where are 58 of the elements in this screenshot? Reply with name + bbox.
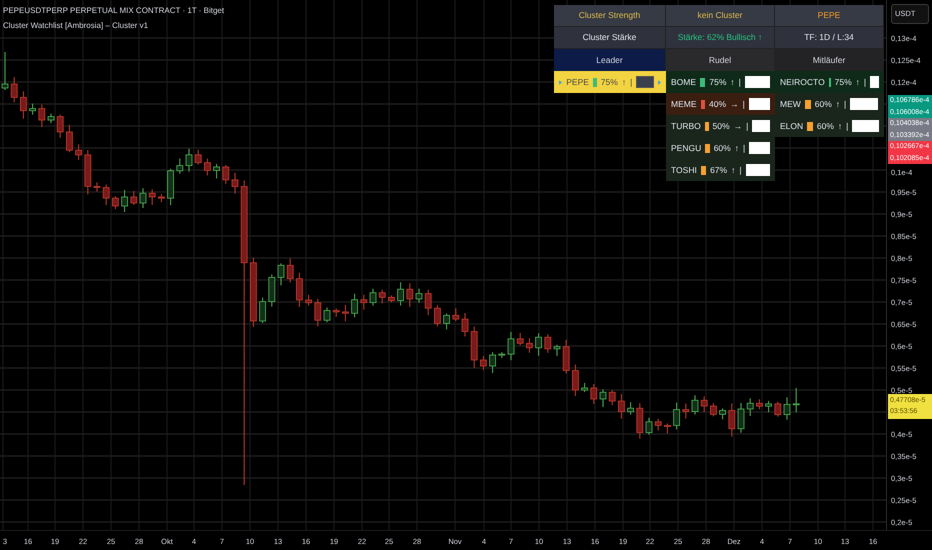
separator-text: | <box>742 98 745 110</box>
separator-text: | <box>630 76 632 88</box>
separator-text: | <box>738 76 741 88</box>
trend-arrow: ↑ <box>856 76 860 88</box>
coin-symbol: BOME <box>671 76 696 88</box>
trend-arrow: ↑ <box>731 164 736 176</box>
trend-arrow: ↑ <box>622 76 626 88</box>
blank-bar <box>636 76 654 88</box>
blank-bar <box>752 120 770 132</box>
trend-arrow: ↑ <box>838 120 842 132</box>
table-cell-text: TF: 1D / L:34 <box>804 31 854 44</box>
blank-bar <box>850 98 878 110</box>
blank-bar <box>749 142 770 154</box>
trend-arrow: ↑ <box>730 76 735 88</box>
coin-symbol: MEW <box>780 98 801 110</box>
blank-bar <box>852 120 879 132</box>
strength-percent: 60% <box>816 120 834 132</box>
separator-text: | <box>746 120 748 132</box>
triangle-icon <box>658 78 662 86</box>
coin-symbol: TURBO <box>671 120 701 132</box>
trend-arrow: → <box>734 120 742 132</box>
triangle-icon <box>559 78 562 86</box>
coin-symbol: PEPE <box>566 76 589 88</box>
strength-percent: 75% <box>834 76 852 88</box>
trend-arrow: ↑ <box>734 142 739 154</box>
separator-text: | <box>844 98 846 110</box>
strength-percent: 75% <box>709 76 726 88</box>
table-header-text: PEPE <box>818 9 840 22</box>
strength-percent: 60% <box>814 98 832 110</box>
column-header: Leader <box>554 49 666 71</box>
table-header-text: kein Cluster <box>698 9 742 22</box>
separator-text: | <box>739 164 742 176</box>
chart-symbol-title: PEPEUSDTPERP PERPETUAL MIX CONTRACT · 1T · Bitget <box>3 5 224 17</box>
column-header: Mitläufer <box>775 49 884 71</box>
trend-arrow: ↑ <box>836 98 840 110</box>
strength-percent: 50% <box>712 120 730 132</box>
strength-percent: 75% <box>600 76 618 88</box>
strength-percent: 40% <box>709 98 726 110</box>
blank-bar <box>746 164 770 176</box>
coin-symbol: MEME <box>671 98 696 110</box>
table-cell-text: Stärke: 62% Bullisch ↑ <box>678 31 762 44</box>
coin-symbol: NEIROCTO <box>780 76 825 88</box>
table-header-text: Cluster Strength <box>578 9 640 22</box>
blank-bar <box>744 76 770 88</box>
coin-symbol: PENGU <box>671 142 702 154</box>
separator-text: | <box>846 120 848 132</box>
table-cell-text: Cluster Stärke <box>582 31 636 44</box>
blank-bar <box>748 98 770 110</box>
separator-text: | <box>864 76 866 88</box>
blank-bar <box>870 76 879 88</box>
coin-symbol: TOSHI <box>671 164 697 176</box>
coin-symbol: ELON <box>780 120 804 132</box>
separator-text: | <box>742 142 746 154</box>
strength-percent: 67% <box>710 164 728 176</box>
indicator-name: Cluster Watchlist [Ambrosia] – Cluster v1 <box>3 20 150 32</box>
column-header: Rudel <box>666 49 775 71</box>
trend-arrow: → <box>730 98 739 110</box>
strength-percent: 60% <box>714 142 731 154</box>
